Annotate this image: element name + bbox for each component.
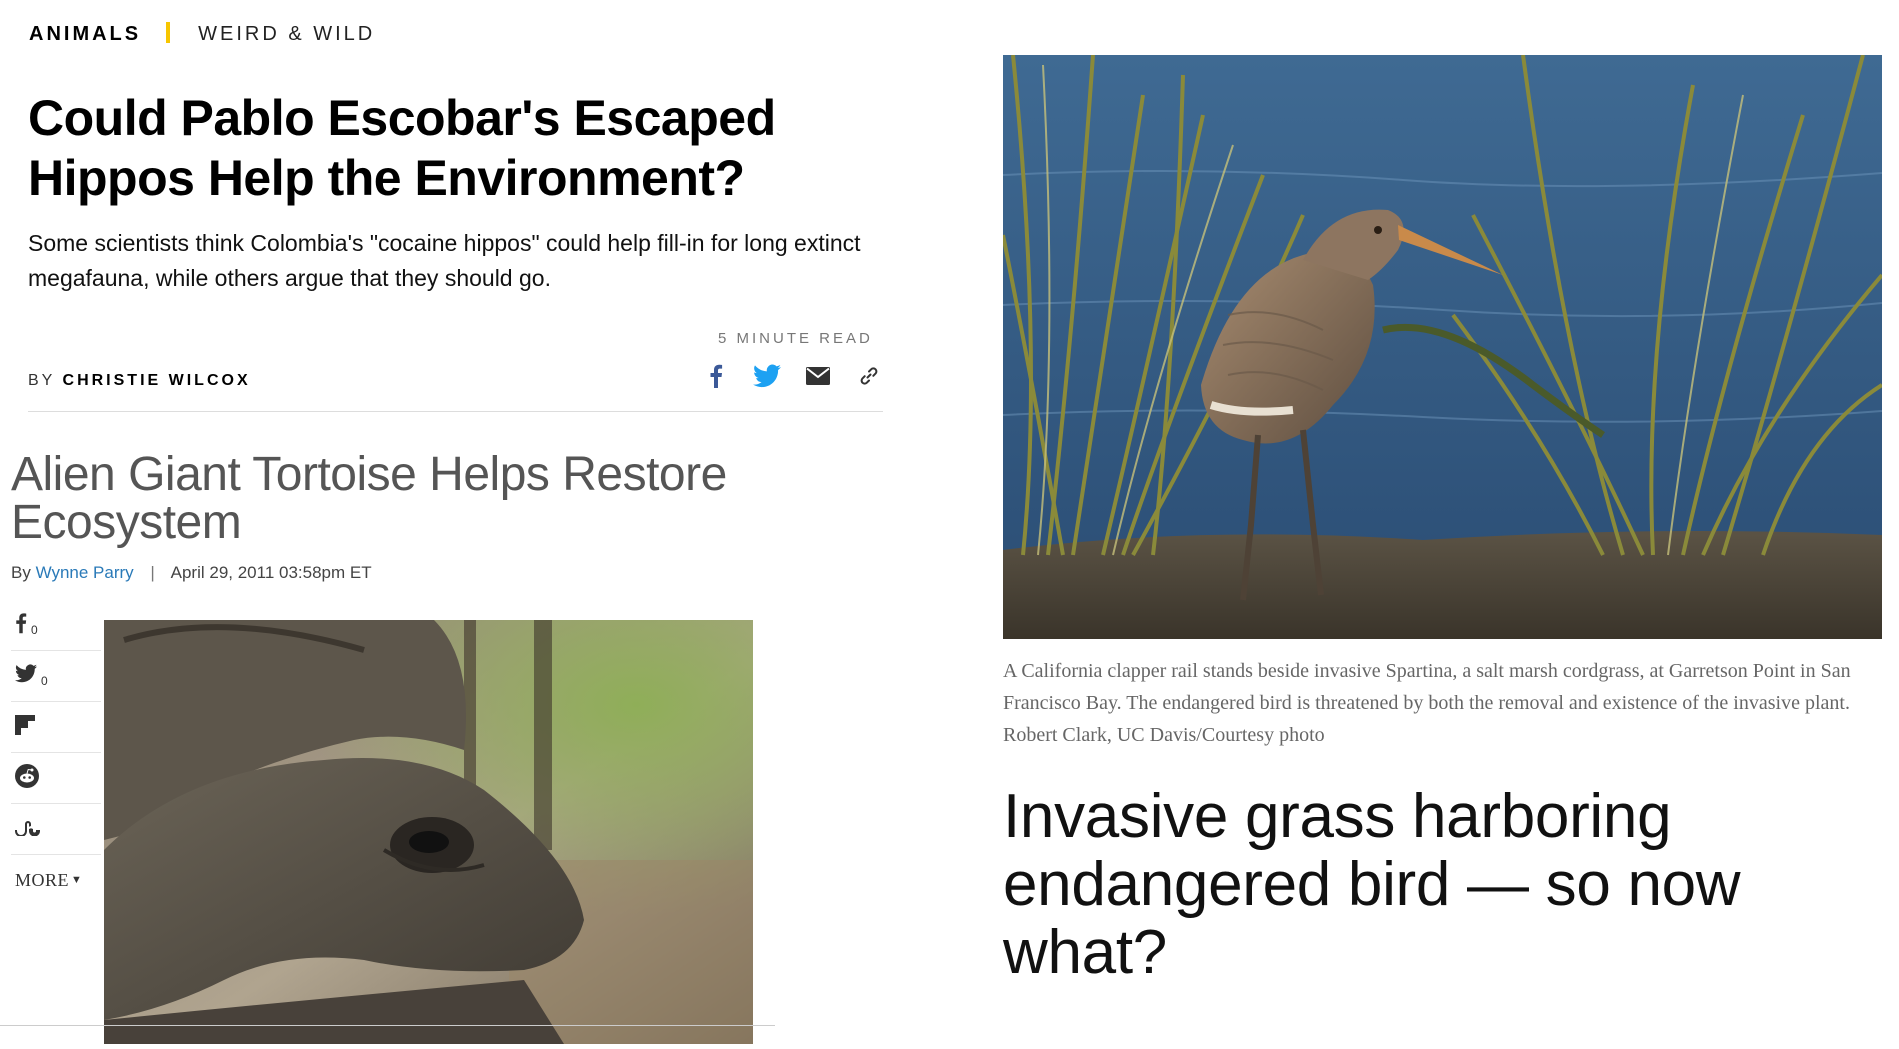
byline: BY CHRISTIE WILCOX	[28, 372, 251, 390]
author-link[interactable]: CHRISTIE WILCOX	[63, 372, 251, 389]
tortoise-photo	[104, 620, 753, 1044]
article-title-3: Invasive grass harboring endangered bird…	[1003, 782, 1741, 987]
caret-down-icon: ▼	[71, 874, 82, 886]
meta-separator: |	[150, 563, 155, 582]
twitter-icon	[15, 664, 37, 688]
subsection-link[interactable]: WEIRD & WILD	[198, 23, 375, 45]
rail-reddit[interactable]	[11, 753, 101, 804]
rail-flipboard[interactable]	[11, 702, 101, 753]
photo-caption: A California clapper rail stands beside …	[1003, 660, 1851, 746]
publish-date: April 29, 2011 03:58pm ET	[170, 563, 372, 582]
bottom-divider	[0, 1025, 775, 1026]
twitter-icon[interactable]	[751, 362, 783, 390]
stumbleupon-icon	[15, 818, 41, 841]
share-rail: 0 0 MORE ▼	[11, 600, 101, 905]
more-label: MORE	[15, 869, 70, 890]
clapper-rail-photo	[1001, 54, 1884, 639]
rail-twitter[interactable]: 0	[11, 651, 101, 702]
facebook-icon	[15, 612, 27, 639]
article-title: Could Pablo Escobar's Escaped Hippos Hel…	[28, 90, 776, 206]
email-icon[interactable]	[802, 362, 834, 390]
more-share-button[interactable]: MORE ▼	[11, 855, 101, 905]
article-title-2: Alien Giant Tortoise Helps Restore Ecosy…	[11, 448, 727, 549]
article-dek: Some scientists think Colombia's "cocain…	[28, 230, 861, 291]
article-meta: By Wynne Parry | April 29, 2011 03:58pm …	[11, 563, 372, 583]
breadcrumb-divider	[166, 22, 171, 43]
divider	[28, 411, 883, 412]
rail-stumbleupon[interactable]	[11, 804, 101, 855]
facebook-count: 0	[31, 623, 38, 637]
section-breadcrumb: ANIMALS WEIRD & WILD	[29, 22, 375, 46]
byline-prefix-2: By	[11, 563, 31, 582]
rail-facebook[interactable]: 0	[11, 600, 101, 651]
twitter-count: 0	[41, 674, 48, 688]
reddit-icon	[15, 763, 39, 793]
read-time: 5 MINUTE READ	[718, 330, 873, 347]
facebook-icon[interactable]	[700, 362, 732, 390]
link-icon[interactable]	[853, 362, 885, 390]
byline-prefix: BY	[28, 372, 56, 389]
section-link[interactable]: ANIMALS	[29, 23, 141, 45]
flipboard-icon	[15, 714, 35, 740]
author-link-2[interactable]: Wynne Parry	[36, 563, 134, 582]
share-bar	[700, 362, 885, 390]
